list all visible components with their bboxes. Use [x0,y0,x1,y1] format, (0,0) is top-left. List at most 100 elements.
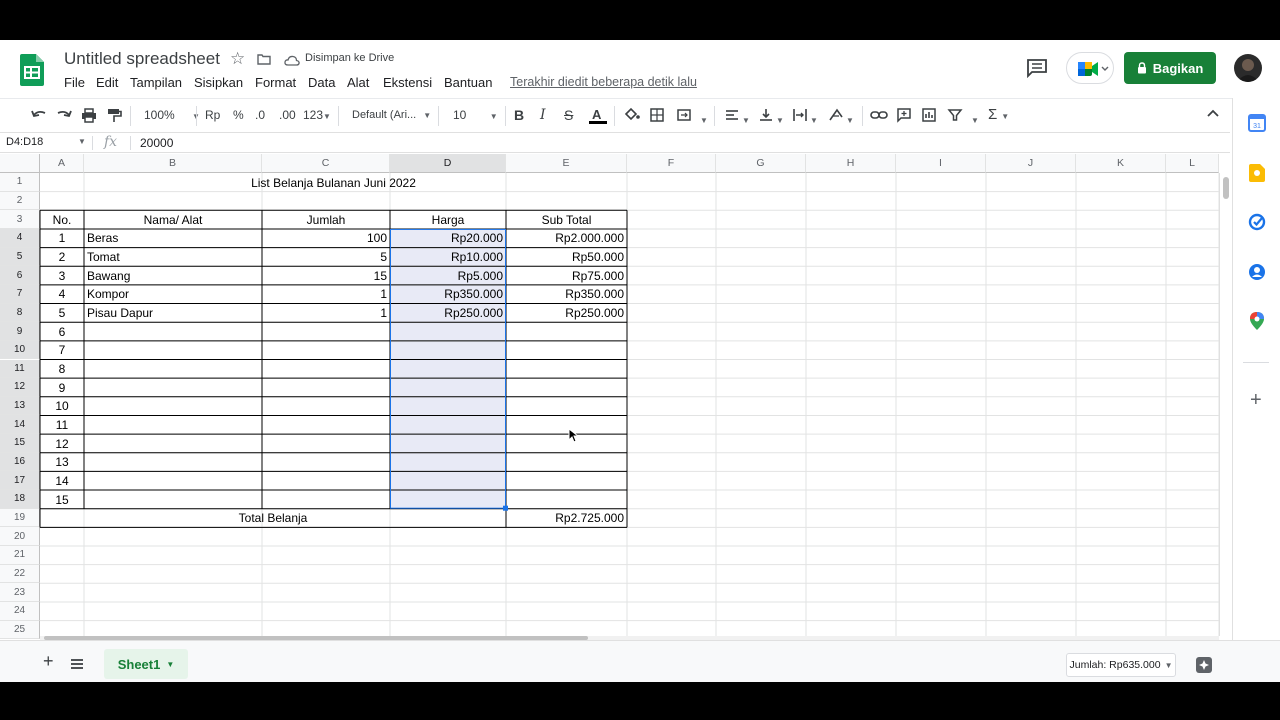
number-format-select[interactable]: 123▼ [303,107,331,125]
menu-edit[interactable]: Edit [96,75,118,90]
meet-button[interactable] [1066,52,1114,84]
percent-format-button[interactable]: % [233,107,244,123]
add-sheet-icon[interactable]: + [43,651,54,672]
item-subtotal-cell[interactable]: Rp75.000 [506,267,627,286]
item-subtotal-cell[interactable] [506,323,627,342]
item-subtotal-cell[interactable] [506,453,627,472]
item-qty-cell[interactable] [262,341,390,360]
item-name-cell[interactable] [84,491,262,510]
increase-decimal-button[interactable]: .00 [279,107,296,123]
header-cell-name[interactable]: Nama/ Alat [84,211,262,230]
item-no-cell[interactable]: 5 [40,304,84,323]
item-price-cell[interactable] [390,341,506,360]
item-name-cell[interactable] [84,323,262,342]
item-price-cell[interactable] [390,360,506,379]
insert-comment-icon[interactable] [896,107,912,127]
name-box[interactable]: D4:D18 [6,136,43,148]
menu-insert[interactable]: Sisipkan [194,75,243,90]
collapse-menu-icon[interactable] [1206,107,1220,125]
item-qty-cell[interactable] [262,472,390,491]
sum-summary[interactable]: Jumlah: Rp635.000 ▼ [1066,653,1176,677]
item-subtotal-cell[interactable] [506,379,627,398]
redo-icon[interactable] [55,107,73,127]
spreadsheet-grid[interactable]: ABCDEFGHIJKL 1 2 3 4 5 6 7 8 9 10 11 12 13 14 15 16 17 18… [0,154,1219,676]
item-no-cell[interactable]: 4 [40,285,84,304]
item-no-cell[interactable]: 3 [40,267,84,286]
item-no-cell[interactable]: 15 [40,491,84,510]
item-subtotal-cell[interactable]: Rp350.000 [506,285,627,304]
item-name-cell[interactable]: Beras [84,229,262,248]
save-status[interactable]: Disimpan ke Drive [305,52,394,64]
item-no-cell[interactable]: 12 [40,435,84,454]
item-no-cell[interactable]: 2 [40,248,84,267]
item-subtotal-cell[interactable] [506,472,627,491]
maps-icon[interactable] [1250,312,1264,335]
sheets-logo-icon[interactable] [20,54,44,86]
item-price-cell[interactable] [390,323,506,342]
item-name-cell[interactable] [84,397,262,416]
item-price-cell[interactable] [390,453,506,472]
item-no-cell[interactable]: 1 [40,229,84,248]
vertical-scrollbar[interactable] [1219,173,1232,636]
item-name-cell[interactable] [84,453,262,472]
item-subtotal-cell[interactable]: Rp50.000 [506,248,627,267]
item-subtotal-cell[interactable]: Rp250.000 [506,304,627,323]
add-addon-icon[interactable]: + [1250,390,1262,410]
item-subtotal-cell[interactable] [506,435,627,454]
keep-icon[interactable] [1249,164,1265,187]
item-qty-cell[interactable] [262,379,390,398]
formula-input[interactable]: 20000 [140,136,173,150]
menu-view[interactable]: Tampilan [130,75,182,90]
item-price-cell[interactable]: Rp10.000 [390,248,506,267]
font-size-select[interactable]: 10 ▼ [453,107,498,125]
text-color-icon[interactable]: A [589,107,607,129]
item-subtotal-cell[interactable]: Rp2.000.000 [506,229,627,248]
decrease-decimal-button[interactable]: .0 [255,107,265,123]
print-icon[interactable] [80,107,98,127]
item-qty-cell[interactable]: 15 [262,267,390,286]
header-cell-no[interactable]: No. [40,211,84,230]
item-price-cell[interactable] [390,416,506,435]
item-subtotal-cell[interactable] [506,491,627,510]
contacts-icon[interactable] [1248,263,1266,286]
item-price-cell[interactable] [390,491,506,510]
item-no-cell[interactable]: 9 [40,379,84,398]
item-no-cell[interactable]: 10 [40,397,84,416]
star-icon[interactable]: ☆ [230,49,245,69]
insert-link-icon[interactable] [870,107,888,127]
item-name-cell[interactable] [84,360,262,379]
item-price-cell[interactable] [390,472,506,491]
item-qty-cell[interactable] [262,397,390,416]
item-qty-cell[interactable]: 100 [262,229,390,248]
total-value-cell[interactable]: Rp2.725.000 [506,509,627,528]
move-folder-icon[interactable] [257,52,271,65]
item-name-cell[interactable] [84,416,262,435]
item-price-cell[interactable]: Rp5.000 [390,267,506,286]
sheet-title-cell[interactable]: List Belanja Bulanan Juni 2022 [40,174,627,193]
item-name-cell[interactable] [84,435,262,454]
item-no-cell[interactable]: 8 [40,360,84,379]
tasks-icon[interactable] [1248,213,1266,236]
item-qty-cell[interactable] [262,453,390,472]
item-qty-cell[interactable]: 5 [262,248,390,267]
menu-extensions[interactable]: Ekstensi [383,75,432,90]
horizontal-align-icon[interactable]: ▼ [724,107,750,129]
item-price-cell[interactable] [390,435,506,454]
explore-icon[interactable] [1196,657,1212,673]
item-subtotal-cell[interactable] [506,416,627,435]
cloud-saved-icon[interactable] [284,53,300,66]
menu-help[interactable]: Bantuan [444,75,492,90]
item-subtotal-cell[interactable] [506,397,627,416]
document-title[interactable]: Untitled spreadsheet [64,49,220,69]
header-cell-qty[interactable]: Jumlah [262,211,390,230]
item-no-cell[interactable]: 7 [40,341,84,360]
menu-format[interactable]: Format [255,75,296,90]
item-price-cell[interactable] [390,397,506,416]
all-sheets-icon[interactable] [70,657,84,675]
item-price-cell[interactable] [390,379,506,398]
merge-cells-icon[interactable]: ▼ [676,107,708,129]
item-qty-cell[interactable]: 1 [262,285,390,304]
item-qty-cell[interactable] [262,323,390,342]
item-no-cell[interactable]: 6 [40,323,84,342]
font-family-select[interactable]: Default (Ari... ▼ [352,107,431,124]
